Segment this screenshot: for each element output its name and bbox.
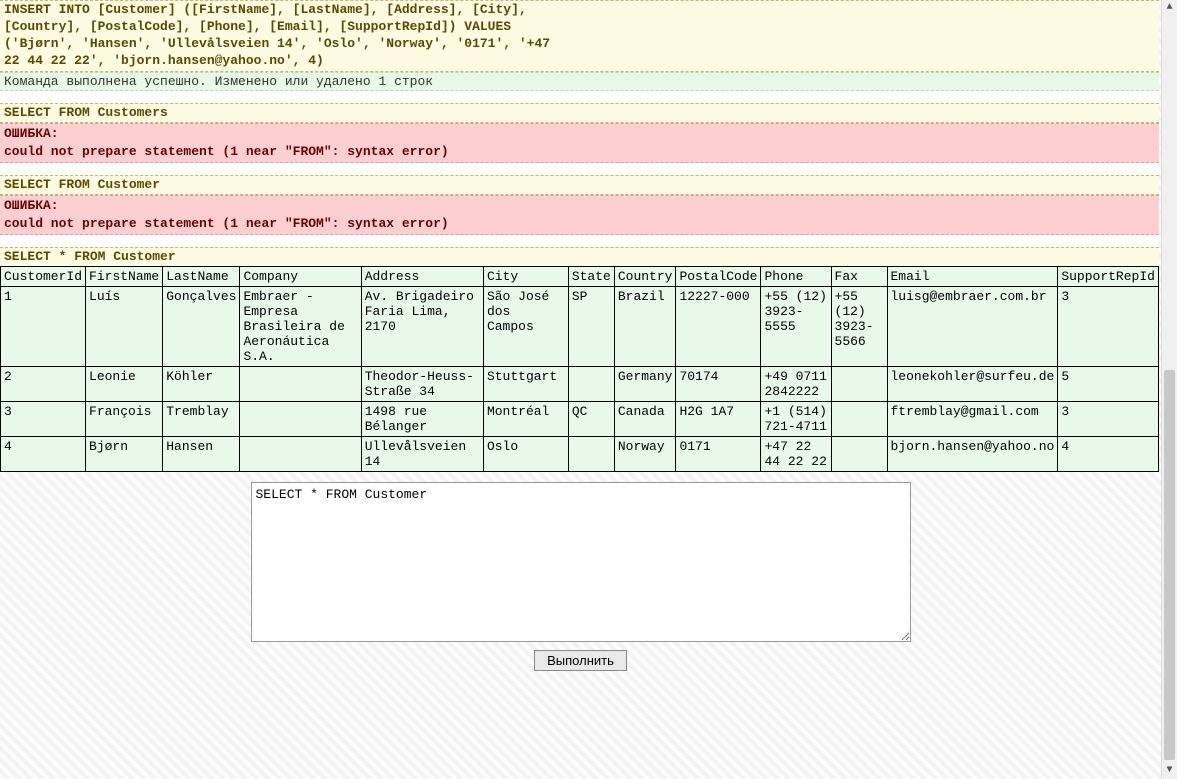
query-input-zone: Выполнить	[0, 472, 1161, 701]
cell: leonekohler@surfeu.de	[887, 367, 1058, 402]
cell: 4	[1, 437, 86, 472]
cell: Norway	[614, 437, 676, 472]
cell: 4	[1058, 437, 1159, 472]
col-PostalCode: PostalCode	[676, 267, 761, 287]
col-LastName: LastName	[163, 267, 240, 287]
cell: 70174	[676, 367, 761, 402]
col-CustomerId: CustomerId	[1, 267, 86, 287]
table-row: 3 François Tremblay 1498 rue Bélanger Mo…	[1, 402, 1159, 437]
cell: Stuttgart	[483, 367, 568, 402]
app-viewport: INSERT INTO [Customer] ([FirstName], [La…	[0, 0, 1161, 779]
cell	[240, 367, 361, 402]
sql-input[interactable]	[251, 482, 911, 642]
table-row: 4 Bjørn Hansen Ullevålsveien 14 Oslo Nor…	[1, 437, 1159, 472]
cell: Canada	[614, 402, 676, 437]
cell: 3	[1058, 287, 1159, 367]
cell: François	[86, 402, 163, 437]
col-FirstName: FirstName	[86, 267, 163, 287]
col-Country: Country	[614, 267, 676, 287]
cell: QC	[568, 402, 614, 437]
query-text: SELECT FROM Customer	[0, 175, 1159, 196]
cell: São José dos Campos	[483, 287, 568, 367]
cell: +49 0711 2842222	[761, 367, 831, 402]
cell: 12227-000	[676, 287, 761, 367]
cell: Brazil	[614, 287, 676, 367]
cell: +55 (12) 3923-5566	[831, 287, 887, 367]
cell: Av. Brigadeiro Faria Lima, 2170	[361, 287, 483, 367]
error-message: ОШИБКА: could not prepare statement (1 n…	[0, 123, 1159, 162]
spacer	[0, 163, 1159, 175]
col-State: State	[568, 267, 614, 287]
cell: Oslo	[483, 437, 568, 472]
spacer	[0, 91, 1159, 103]
col-Company: Company	[240, 267, 361, 287]
cell: Köhler	[163, 367, 240, 402]
cell: bjorn.hansen@yahoo.no	[887, 437, 1058, 472]
cell	[831, 367, 887, 402]
scroll-thumb[interactable]	[1164, 370, 1175, 760]
cell	[568, 367, 614, 402]
cell	[831, 402, 887, 437]
cell: 2	[1, 367, 86, 402]
cell: 0171	[676, 437, 761, 472]
cell: Theodor-Heuss-Straße 34	[361, 367, 483, 402]
col-Fax: Fax	[831, 267, 887, 287]
cell: 5	[1058, 367, 1159, 402]
query-text: INSERT INTO [Customer] ([FirstName], [La…	[0, 0, 1159, 72]
col-Email: Email	[887, 267, 1058, 287]
cell: Montréal	[483, 402, 568, 437]
cell	[240, 437, 361, 472]
cell: SP	[568, 287, 614, 367]
cell: +1 (514) 721-4711	[761, 402, 831, 437]
table-row: 2 Leonie Köhler Theodor-Heuss-Straße 34 …	[1, 367, 1159, 402]
cell	[568, 437, 614, 472]
cell: luisg@embraer.com.br	[887, 287, 1058, 367]
cell: Leonie	[86, 367, 163, 402]
error-label: ОШИБКА:	[4, 198, 59, 213]
table-header-row: CustomerId FirstName LastName Company Ad…	[1, 267, 1159, 287]
cell: 3	[1058, 402, 1159, 437]
scroll-down-icon[interactable]: ▼	[1162, 763, 1177, 779]
cell: 1	[1, 287, 86, 367]
cell: Embraer - Empresa Brasileira de Aeronáut…	[240, 287, 361, 367]
cell: Ullevålsveien 14	[361, 437, 483, 472]
cell: Bjørn	[86, 437, 163, 472]
col-Address: Address	[361, 267, 483, 287]
cell: Germany	[614, 367, 676, 402]
query-text: SELECT * FROM Customer	[0, 247, 1159, 268]
error-detail: could not prepare statement (1 near "FRO…	[4, 144, 449, 159]
col-City: City	[483, 267, 568, 287]
cell: Tremblay	[163, 402, 240, 437]
table-row: 1 Luís Gonçalves Embraer - Empresa Brasi…	[1, 287, 1159, 367]
col-SupportRepId: SupportRepId	[1058, 267, 1159, 287]
cell: H2G 1A7	[676, 402, 761, 437]
result-table: CustomerId FirstName LastName Company Ad…	[0, 266, 1159, 472]
vertical-scrollbar[interactable]: ▲ ▼	[1161, 0, 1177, 779]
error-detail: could not prepare statement (1 near "FRO…	[4, 216, 449, 231]
cell: Hansen	[163, 437, 240, 472]
error-label: ОШИБКА:	[4, 126, 59, 141]
cell	[240, 402, 361, 437]
cell: 3	[1, 402, 86, 437]
spacer	[0, 235, 1159, 247]
col-Phone: Phone	[761, 267, 831, 287]
cell: Luís	[86, 287, 163, 367]
cell	[831, 437, 887, 472]
error-message: ОШИБКА: could not prepare statement (1 n…	[0, 195, 1159, 234]
cell: +55 (12) 3923-5555	[761, 287, 831, 367]
success-message: Команда выполнена успешно. Изменено или …	[0, 72, 1159, 91]
cell: 1498 rue Bélanger	[361, 402, 483, 437]
execute-button[interactable]: Выполнить	[534, 650, 627, 671]
query-text: SELECT FROM Customers	[0, 103, 1159, 124]
cell: +47 22 44 22 22	[761, 437, 831, 472]
cell: ftremblay@gmail.com	[887, 402, 1058, 437]
scroll-up-icon[interactable]: ▲	[1162, 0, 1177, 16]
cell: Gonçalves	[163, 287, 240, 367]
query-log: INSERT INTO [Customer] ([FirstName], [La…	[0, 0, 1159, 472]
